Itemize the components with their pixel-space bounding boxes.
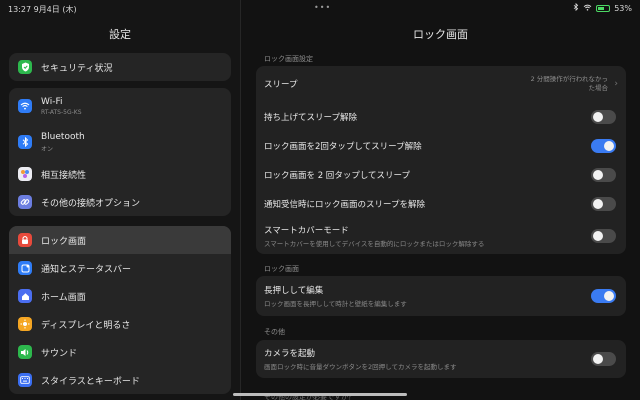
sidebar-item-sound[interactable]: サウンド: [9, 338, 231, 366]
toggle-knob: [604, 140, 614, 151]
sidebar-item-label: セキュリティ状況: [41, 63, 113, 74]
sidebar-item-label: その他の接続オプション: [41, 198, 141, 209]
multitask-dots[interactable]: •••: [314, 3, 331, 12]
setting-label: 長押しして編集: [264, 286, 324, 296]
sleep-label: スリープ: [264, 80, 298, 90]
lock-settings-card: スリープ 2 分間操作が行われなかった場合 › 持ち上げてスリープ解除 ロック画…: [256, 66, 626, 254]
sidebar-item-label: ロック画面: [41, 236, 87, 247]
notification-wake-row[interactable]: 通知受信時にロック画面のスリープを解除: [256, 189, 626, 218]
sleep-value: 2 分間操作が行われなかった場合: [530, 75, 608, 92]
sidebar-item-label: サウンド: [41, 348, 78, 359]
battery-percent: 53%: [614, 3, 632, 13]
setting-label: 通知受信時にロック画面のスリープを解除: [264, 199, 425, 210]
raise-to-wake-toggle[interactable]: [591, 109, 616, 124]
setting-description: スマートカバーを使用してデバイスを自動的にロックまたはロック解除する: [264, 240, 485, 248]
section-header-lock-settings: ロック画面設定: [264, 55, 313, 63]
sidebar-item-label: Wi-Fi: [41, 96, 63, 107]
double-tap-sleep-row[interactable]: ロック画面を 2 回タップしてスリープ: [256, 160, 626, 189]
double-tap-wake-toggle[interactable]: [591, 138, 616, 153]
sun-icon: [18, 317, 32, 331]
raise-to-wake-row[interactable]: 持ち上げてスリープ解除: [256, 102, 626, 131]
shield-icon: [18, 60, 32, 74]
setting-description: 画面ロック時に音量ダウンボタンを2回押してカメラを起動します: [264, 363, 457, 371]
long-press-edit-row[interactable]: 長押しして編集ロック画面を長押しして時計と壁紙を編集します: [256, 276, 626, 316]
sidebar-item-bluetooth[interactable]: Bluetooth オン: [9, 124, 231, 160]
status-time: 13:27 9月4日 (木): [8, 5, 77, 14]
wifi-icon: [583, 4, 592, 13]
sidebar-item-wifi[interactable]: Wi-Fi RT-ATS-5G-KS: [9, 88, 231, 124]
link-icon: [18, 195, 32, 209]
toggle-knob: [593, 198, 603, 209]
sidebar-group-connectivity: Wi-Fi RT-ATS-5G-KS Bluetooth オン 相互接続性 その他の…: [9, 88, 231, 216]
bluetooth-icon: [573, 2, 579, 13]
status-bar: 13:27 9月4日 (木) ••• 53%: [0, 0, 640, 16]
camera-launch-row[interactable]: カメラを起動画面ロック時に音量ダウンボタンを2回押してカメラを起動します: [256, 340, 626, 378]
sidebar-group-security: セキュリティ状況: [9, 53, 231, 81]
sidebar-item-label: 通知とステータスバー: [41, 264, 132, 275]
sidebar-item-label: ホーム画面: [41, 292, 86, 303]
home-icon: [18, 289, 32, 303]
toggle-knob: [593, 111, 603, 122]
setting-label: 持ち上げてスリープ解除: [264, 112, 357, 123]
status-icons: 53%: [573, 2, 632, 13]
section-header-other: その他: [264, 328, 285, 336]
camera-launch-toggle[interactable]: [591, 352, 616, 366]
sidebar-item-home-screen[interactable]: ホーム画面: [9, 282, 231, 310]
sidebar-item-lock-screen[interactable]: ロック画面: [9, 226, 231, 254]
sidebar-item-label: ディスプレイと明るさ: [41, 320, 131, 331]
sound-icon: [18, 345, 32, 359]
lock-icon: [18, 233, 32, 247]
setting-label: スマートカバーモード: [264, 226, 349, 236]
sleep-row[interactable]: スリープ 2 分間操作が行われなかった場合 ›: [256, 66, 626, 102]
sidebar-item-sub: オン: [41, 145, 54, 153]
double-tap-wake-row[interactable]: ロック画面を2回タップしてスリープ解除: [256, 131, 626, 160]
setting-description: ロック画面を長押しして時計と壁紙を編集します: [264, 300, 407, 308]
sidebar-item-label: Bluetooth: [41, 131, 85, 142]
sidebar-item-sub: RT-ATS-5G-KS: [41, 108, 82, 116]
section-header-lock-screen: ロック画面: [264, 265, 299, 273]
sidebar-item-display[interactable]: ディスプレイと明るさ: [9, 310, 231, 338]
settings-sidebar: 設定 セキュリティ状況 Wi-Fi RT-ATS-5G-KS Bluetooth オ…: [0, 0, 240, 400]
wifi-icon: [18, 99, 32, 113]
toggle-knob: [593, 169, 603, 180]
double-tap-sleep-toggle[interactable]: [591, 167, 616, 182]
smart-cover-toggle[interactable]: [591, 229, 616, 243]
notification-wake-toggle[interactable]: [591, 196, 616, 211]
page-title: ロック画面: [413, 28, 468, 41]
smart-cover-row[interactable]: スマートカバーモードスマートカバーを使用してデバイスを自動的にロックまたはロック…: [256, 218, 626, 254]
toggle-knob: [604, 291, 614, 301]
interconnect-icon: [18, 167, 32, 181]
setting-label: ロック画面を 2 回タップしてスリープ: [264, 170, 411, 181]
home-indicator[interactable]: [233, 393, 407, 396]
sidebar-item-other-connections[interactable]: その他の接続オプション: [9, 188, 231, 216]
sidebar-item-notifications[interactable]: 通知とステータスバー: [9, 254, 231, 282]
bluetooth-icon: [18, 135, 32, 149]
battery-icon: [596, 4, 611, 12]
sidebar-item-stylus-keyboard[interactable]: スタイラスとキーボード: [9, 366, 231, 394]
pane-divider: [240, 0, 241, 400]
chevron-right-icon: ›: [614, 79, 618, 89]
setting-label: ロック画面を2回タップしてスリープ解除: [264, 141, 422, 152]
keyboard-icon: [18, 373, 32, 387]
notification-icon: [18, 261, 32, 275]
sidebar-item-security[interactable]: セキュリティ状況: [9, 53, 231, 81]
setting-label: カメラを起動: [264, 349, 316, 359]
other-card: カメラを起動画面ロック時に音量ダウンボタンを2回押してカメラを起動します: [256, 340, 626, 378]
toggle-knob: [593, 231, 603, 241]
sidebar-item-interconnect[interactable]: 相互接続性: [9, 160, 231, 188]
sidebar-group-personalization: ロック画面 通知とステータスバー ホーム画面 ディスプレイと明るさ サウンド ス…: [9, 226, 231, 394]
lock-screen-card: 長押しして編集ロック画面を長押しして時計と壁紙を編集します: [256, 276, 626, 316]
sidebar-item-label: 相互接続性: [41, 170, 87, 181]
sidebar-item-label: スタイラスとキーボード: [41, 376, 140, 387]
sidebar-title: 設定: [109, 28, 131, 41]
toggle-knob: [593, 354, 603, 364]
long-press-edit-toggle[interactable]: [591, 289, 616, 303]
